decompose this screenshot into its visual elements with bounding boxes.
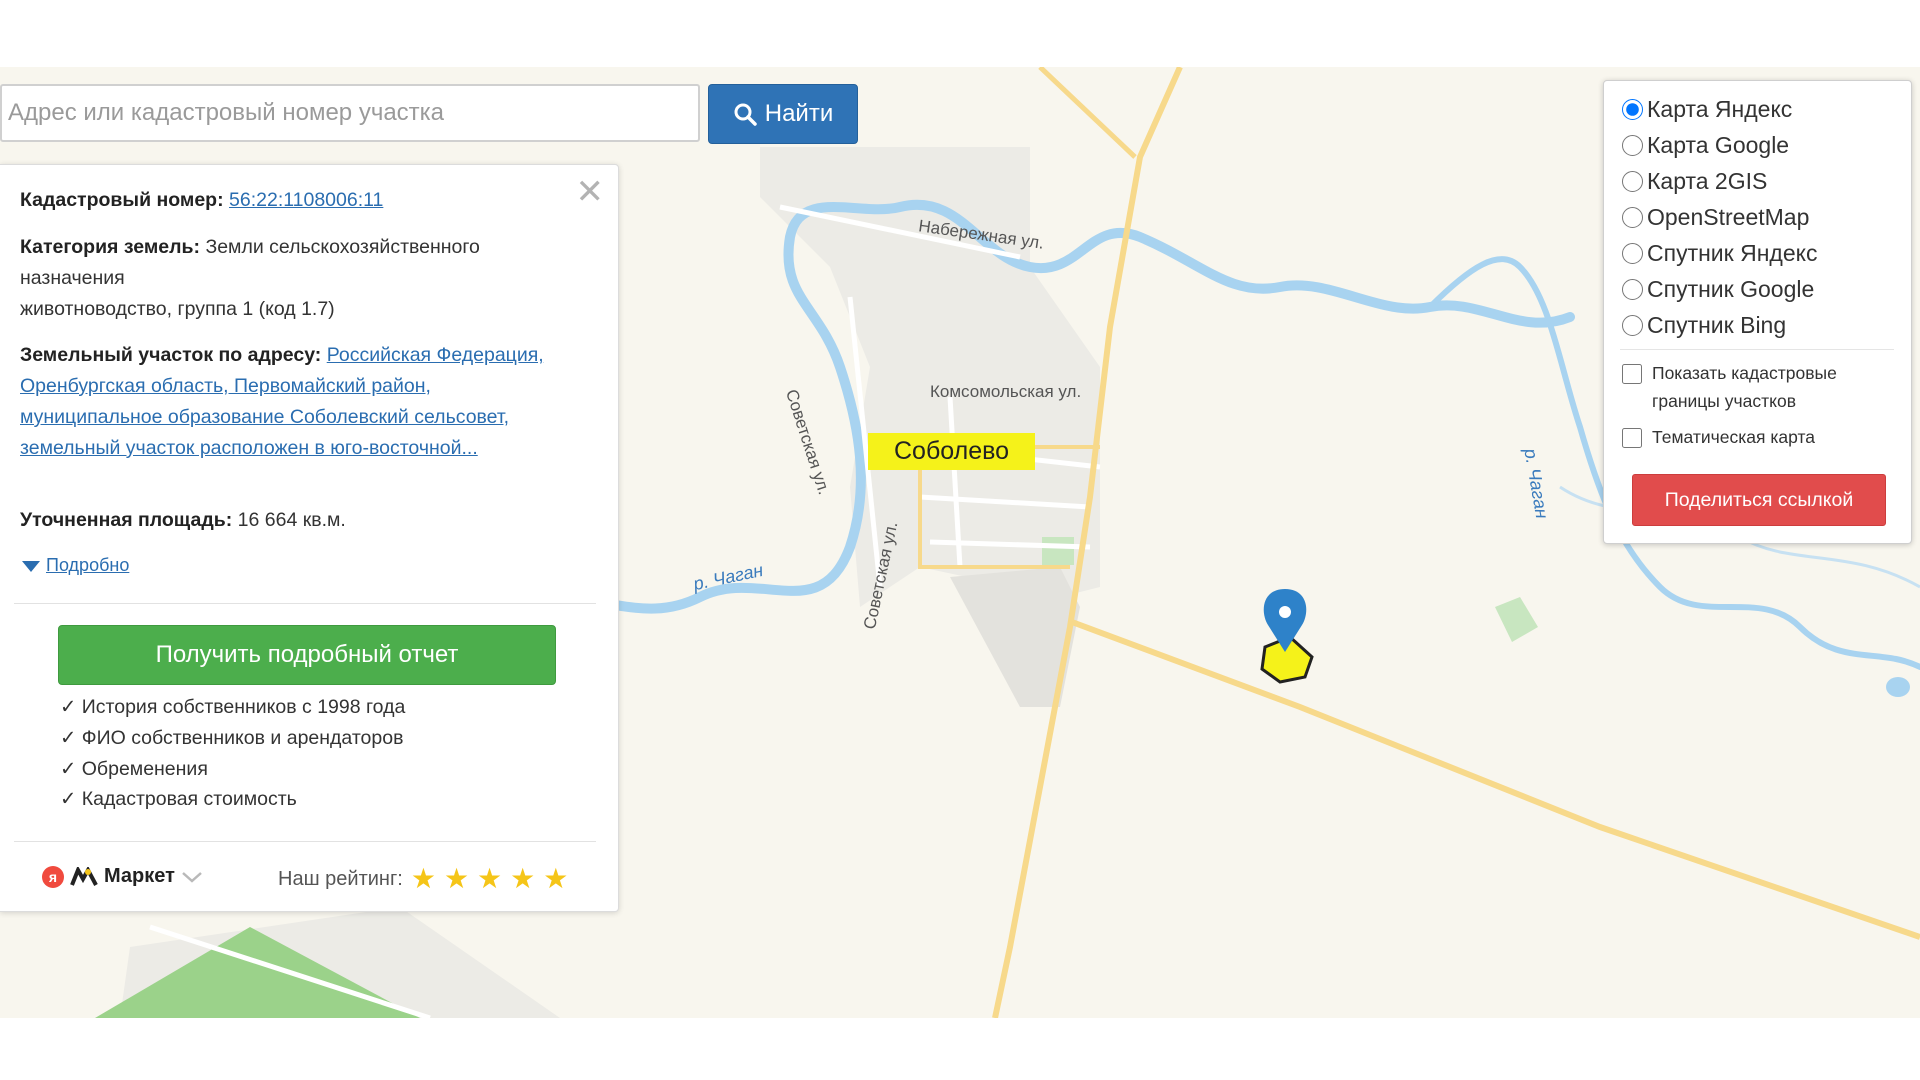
highway-east [1070, 619, 1920, 940]
layer-radio[interactable] [1622, 315, 1643, 336]
star-icon: ★ [510, 863, 536, 894]
rating-label: Наш рейтинг: [278, 867, 403, 890]
layer-radio[interactable] [1622, 99, 1643, 120]
layer-option-2gis[interactable]: Карта 2GIS [1622, 168, 1767, 195]
rating: Наш рейтинг: ★ ★ ★ ★ ★ [278, 865, 568, 893]
land-category-label: Категория земель: [20, 236, 201, 258]
checkbox-label: Показать кадастровые границы участков [1652, 363, 1837, 411]
checkbox-label: Тематическая карта [1652, 427, 1815, 447]
details-toggle[interactable]: Подробно [22, 555, 129, 576]
feature-text: Обременения [81, 758, 208, 780]
thematic-checkbox[interactable] [1622, 428, 1642, 448]
cadastral-number-row: Кадастровый номер: 56:22:1108006:11 [20, 185, 545, 216]
thematic-map-checkbox[interactable]: Тематическая карта [1622, 423, 1892, 451]
feature-text: История собственников с 1998 года [81, 696, 406, 718]
street-label-komsomolskaya: Комсомольская ул. [930, 382, 1082, 401]
area-label: Уточненная площадь: [20, 509, 233, 531]
layer-option-satellite-bing[interactable]: Спутник Bing [1622, 312, 1786, 339]
divider [1620, 349, 1894, 350]
check-icon: ✓ [60, 758, 77, 780]
layer-option-osm[interactable]: OpenStreetMap [1622, 204, 1809, 231]
location-marker-icon [1263, 589, 1307, 652]
layer-label: Карта 2GIS [1647, 168, 1768, 194]
star-icon: ★ [477, 863, 503, 894]
show-cadastral-checkbox[interactable]: Показать кадастровые границы участков [1622, 359, 1892, 415]
pond [1886, 677, 1910, 697]
town-label: Соболево [868, 433, 1036, 470]
green-patch [1495, 597, 1538, 642]
layer-radio[interactable] [1622, 243, 1643, 264]
cadastral-number-link[interactable]: 56:22:1108006:11 [229, 189, 383, 211]
yandex-market-badge[interactable]: я Маркет [42, 865, 203, 888]
feature-item: ✓ Кадастровая стоимость [60, 787, 297, 811]
address-label: Земельный участок по адресу: [20, 344, 322, 366]
layer-option-satellite-yandex[interactable]: Спутник Яндекс [1622, 240, 1817, 267]
layer-label: Спутник Яндекс [1647, 240, 1818, 266]
feature-item: ✓ История собственников с 1998 года [60, 695, 405, 719]
layer-label: OpenStreetMap [1647, 204, 1810, 230]
area-value: 16 664 кв.м. [237, 509, 346, 531]
get-report-button[interactable]: Получить подробный отчет [58, 625, 556, 685]
details-label: Подробно [46, 555, 130, 575]
layer-radio[interactable] [1622, 171, 1643, 192]
feature-text: ФИО собственников и арендаторов [81, 727, 404, 749]
star-icon: ★ [443, 863, 470, 894]
highway-branch [1038, 67, 1137, 159]
search-button-label: Найти [764, 100, 834, 127]
share-link-button[interactable]: Поделиться ссылкой [1632, 474, 1886, 526]
feature-text: Кадастровая стоимость [81, 788, 297, 810]
layer-label: Карта Яндекс [1647, 96, 1793, 122]
layer-option-yandex[interactable]: Карта Яндекс [1622, 96, 1792, 123]
star-icon: ★ [410, 863, 436, 894]
layer-option-google[interactable]: Карта Google [1622, 132, 1789, 159]
area-row: Уточненная площадь: 16 664 кв.м. [20, 505, 545, 536]
close-icon[interactable]: ✕ [576, 175, 605, 209]
layer-radio[interactable] [1622, 135, 1643, 156]
check-icon: ✓ [60, 788, 77, 810]
layer-label: Спутник Bing [1647, 312, 1787, 338]
search-button[interactable]: Найти [708, 84, 858, 144]
market-label: Маркет [104, 865, 175, 887]
search-input[interactable] [0, 84, 700, 142]
parcel-info-panel: ✕ Кадастровый номер: 56:22:1108006:11 Ка… [0, 164, 619, 912]
market-logo-icon [70, 866, 98, 886]
address-row: Земельный участок по адресу: Российская … [20, 340, 545, 464]
caret-down-icon [22, 560, 40, 572]
land-usage: животноводство, группа 1 (код 1.7) [20, 298, 335, 320]
layer-radio[interactable] [1622, 207, 1643, 228]
check-icon: ✓ [60, 696, 77, 718]
layer-label: Карта Google [1647, 132, 1790, 158]
feature-item: ✓ Обременения [60, 757, 208, 781]
feature-item: ✓ ФИО собственников и арендаторов [60, 726, 403, 750]
divider [14, 841, 596, 842]
green-park [1042, 537, 1074, 565]
check-icon: ✓ [60, 727, 77, 749]
layer-radio[interactable] [1622, 279, 1643, 300]
cadastral-checkbox[interactable] [1622, 364, 1642, 384]
chevron-down-icon [182, 871, 202, 883]
yandex-icon: я [42, 865, 64, 888]
star-icon: ★ [543, 863, 569, 894]
cadastral-number-label: Кадастровый номер: [20, 189, 224, 211]
layer-label: Спутник Google [1647, 276, 1815, 302]
land-category-row: Категория земель: Земли сельскохозяйстве… [20, 232, 545, 325]
layer-option-satellite-google[interactable]: Спутник Google [1622, 276, 1814, 303]
divider [14, 603, 596, 604]
map-layers-panel: Карта Яндекс Карта Google Карта 2GIS Ope… [1603, 80, 1912, 544]
search-icon [734, 103, 757, 126]
